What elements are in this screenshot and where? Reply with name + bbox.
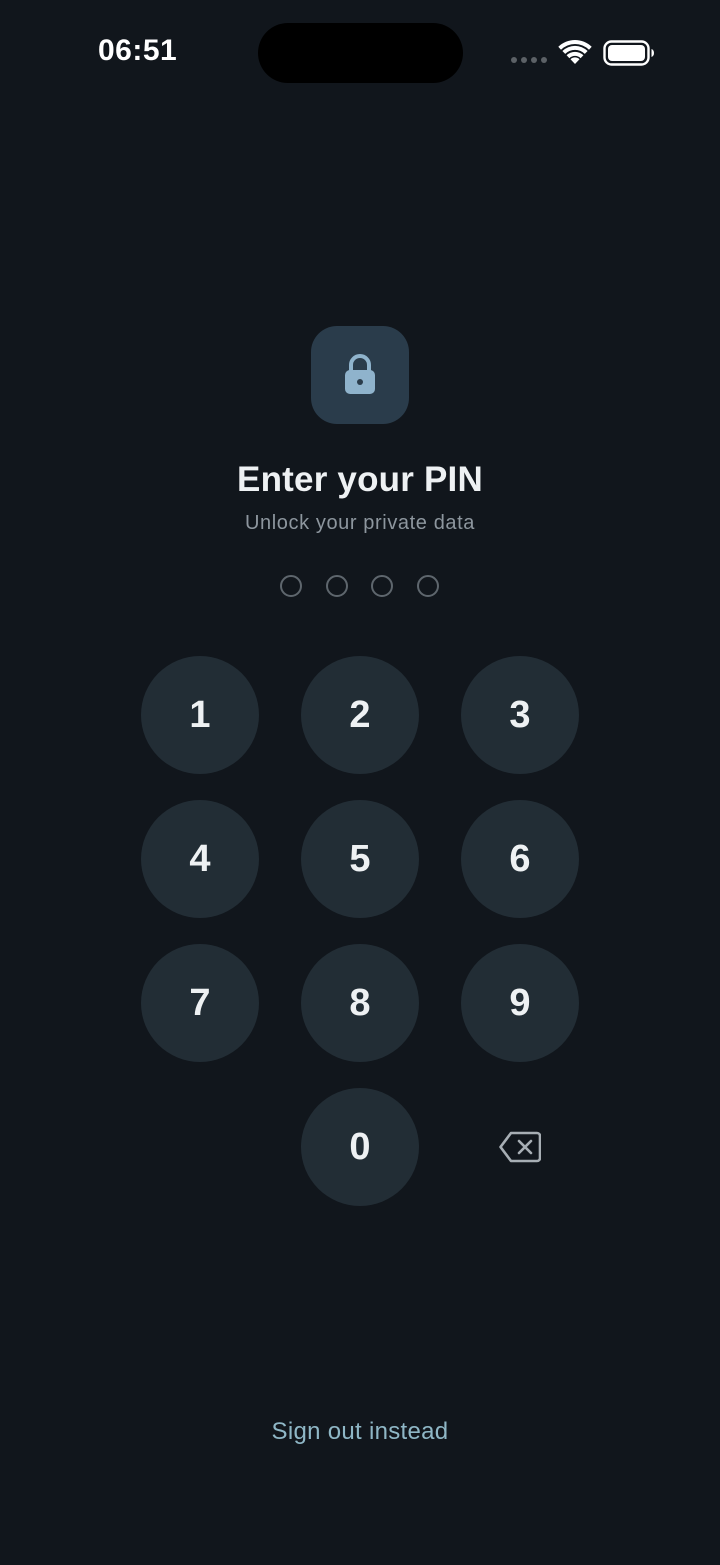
page-subtitle: Unlock your private data	[244, 512, 476, 534]
pin-dot-4	[417, 575, 439, 597]
status-time: 06:51	[98, 34, 178, 67]
key-2[interactable]: 2	[301, 656, 419, 774]
backspace-button[interactable]	[461, 1088, 579, 1206]
key-6[interactable]: 6	[461, 800, 579, 918]
backspace-icon	[499, 1131, 541, 1163]
key-8[interactable]: 8	[301, 944, 419, 1062]
pin-dot-1	[280, 575, 302, 597]
pin-dot-3	[371, 575, 393, 597]
status-bar: 06:51	[0, 0, 720, 110]
wifi-icon	[558, 40, 592, 64]
dynamic-island	[258, 23, 463, 83]
key-7[interactable]: 7	[141, 944, 259, 1062]
lock-icon	[345, 354, 375, 394]
key-0[interactable]: 0	[301, 1088, 419, 1206]
signal-dots-icon	[511, 57, 547, 63]
key-4[interactable]: 4	[141, 800, 259, 918]
key-3[interactable]: 3	[461, 656, 579, 774]
key-5[interactable]: 5	[301, 800, 419, 918]
lock-tile	[311, 326, 409, 424]
battery-icon	[603, 40, 654, 66]
pin-dot-2	[326, 575, 348, 597]
pin-indicator	[280, 575, 440, 597]
page-title: Enter your PIN	[237, 460, 483, 499]
key-9[interactable]: 9	[461, 944, 579, 1062]
sign-out-link[interactable]: Sign out instead	[0, 1418, 720, 1446]
key-1[interactable]: 1	[141, 656, 259, 774]
